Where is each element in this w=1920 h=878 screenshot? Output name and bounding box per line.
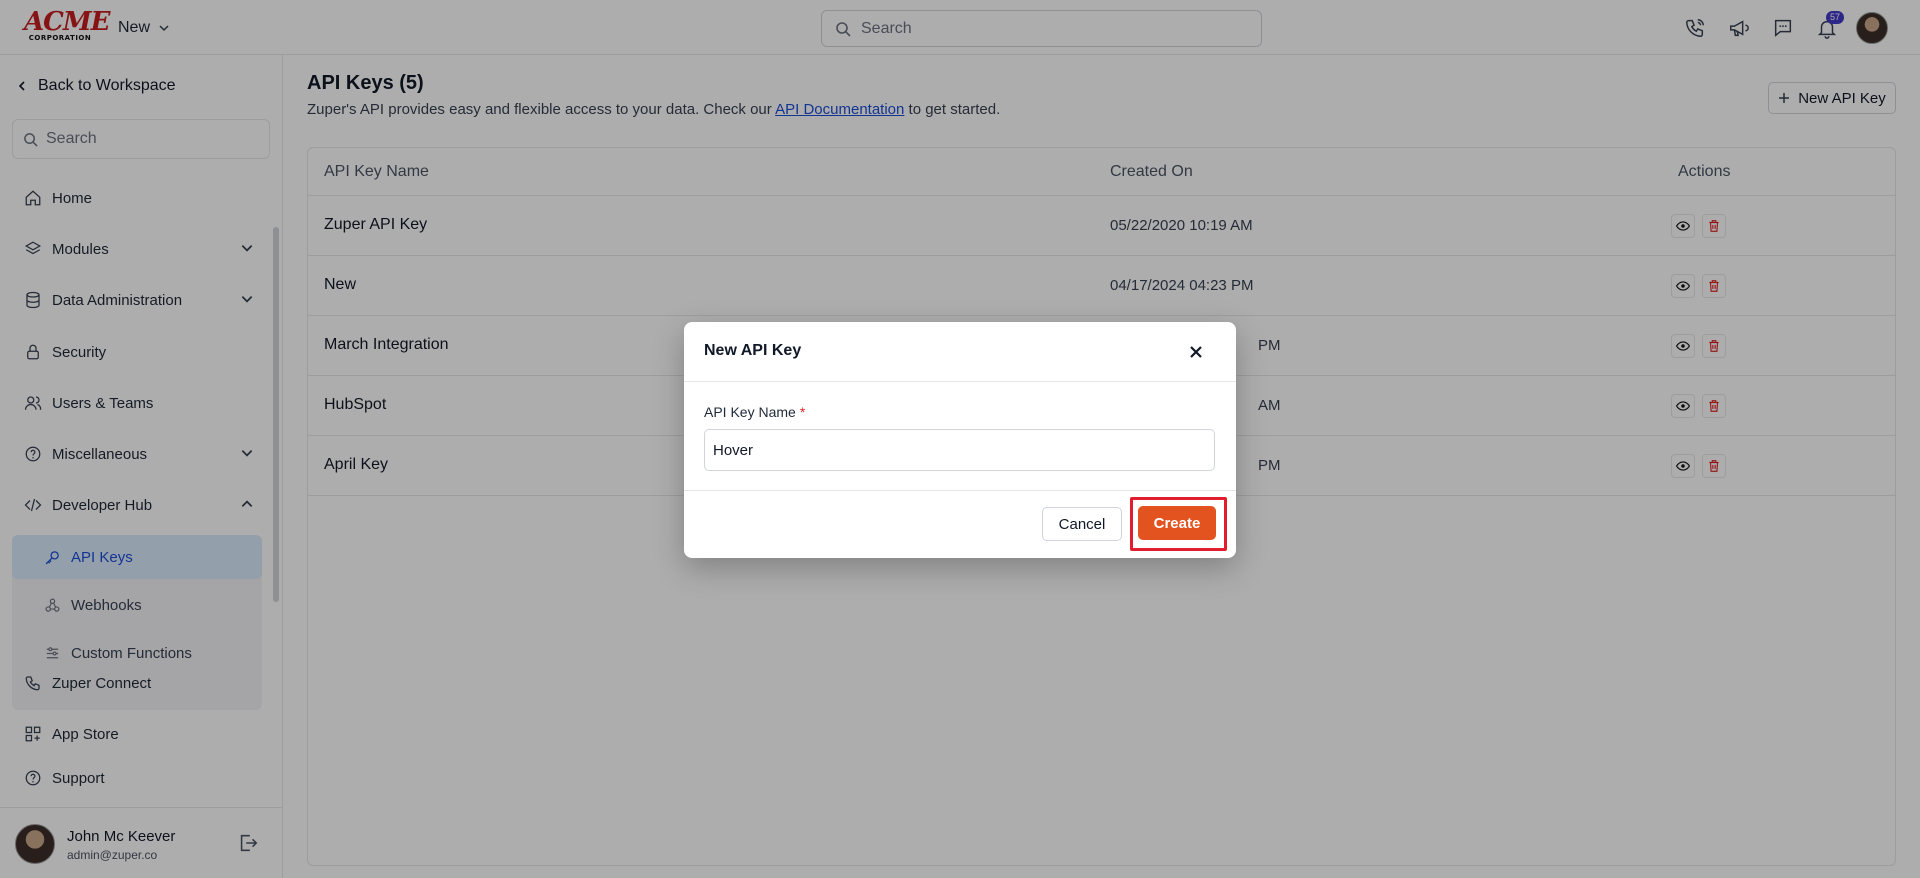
new-api-key-dialog: New API Key API Key Name* Cancel Create — [684, 322, 1236, 558]
dialog-title: New API Key — [704, 342, 802, 359]
api-key-name-label-text: API Key Name — [704, 404, 796, 420]
cancel-button[interactable]: Cancel — [1042, 507, 1122, 541]
create-button[interactable]: Create — [1138, 506, 1216, 540]
api-key-name-input[interactable] — [704, 429, 1215, 471]
dialog-footer: Cancel Create — [684, 490, 1236, 558]
dialog-header: New API Key — [684, 322, 1236, 382]
api-key-name-label: API Key Name * — [704, 404, 805, 420]
close-icon[interactable] — [1184, 340, 1208, 364]
required-marker: * — [799, 404, 806, 420]
